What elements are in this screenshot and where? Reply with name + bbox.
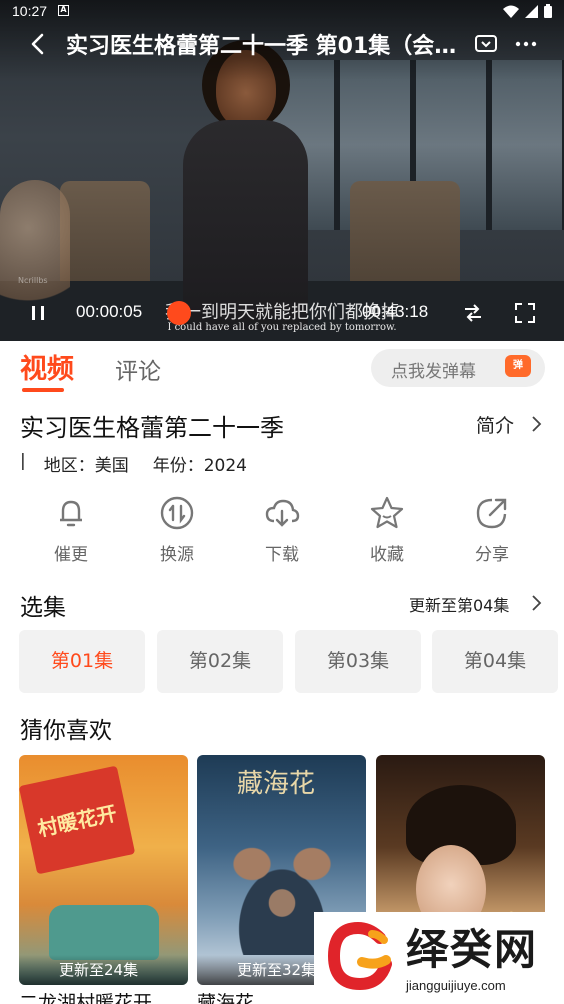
- meta-divider: |: [20, 451, 26, 471]
- cast-icon[interactable]: [474, 32, 498, 56]
- favorite-button[interactable]: 收藏: [347, 494, 427, 565]
- share-button[interactable]: 分享: [452, 494, 532, 565]
- poster-title-art: 藏海花: [237, 769, 316, 799]
- status-bar: 10:27 A: [0, 0, 564, 24]
- chevron-right-icon[interactable]: [528, 594, 544, 612]
- remind-update-button[interactable]: 催更: [31, 494, 111, 565]
- switch-source-icon: [160, 496, 194, 530]
- poster-art: [49, 905, 159, 960]
- poster-art: 村暖花开: [19, 765, 136, 875]
- video-title: 实习医生格蕾第二十一季 第01集（会员）: [66, 34, 458, 59]
- video-player[interactable]: 10:27 A 实习医生格蕾第二十一季 第01集（会员） Ncrillbs 我一…: [0, 0, 564, 341]
- show-year: 年份：2024: [152, 456, 247, 476]
- episodes-title: 选集: [20, 595, 66, 621]
- recommendations-title: 猜你喜欢: [20, 718, 112, 744]
- wifi-icon: [503, 5, 519, 18]
- signal-icon: [525, 4, 538, 18]
- chevron-right-icon[interactable]: [528, 415, 544, 433]
- danmaku-placeholder: 点我发弹幕: [391, 362, 476, 382]
- bell-icon: [60, 500, 82, 527]
- cloud-download-icon: [265, 499, 300, 527]
- more-icon[interactable]: [514, 32, 538, 56]
- poster-title-art: 村暖花开: [35, 800, 119, 842]
- action-label: 换源: [160, 545, 194, 565]
- total-time: 00:43:18: [362, 302, 429, 321]
- site-watermark: 绎癸网 jiangguijiuye.com: [314, 912, 564, 1004]
- show-title: 实习医生格蕾第二十一季: [20, 414, 284, 442]
- action-label: 分享: [475, 545, 509, 565]
- share-icon: [476, 498, 507, 529]
- detail-tabs: 视频 评论 点我发弹幕 弹: [0, 341, 564, 397]
- danmaku-input[interactable]: 点我发弹幕 弹: [371, 349, 545, 387]
- player-controls: 00:00:05 00:43:18: [0, 296, 564, 330]
- tab-comments[interactable]: 评论: [115, 352, 161, 386]
- switch-source-button[interactable]: 换源: [137, 494, 217, 565]
- player-title-row: 实习医生格蕾第二十一季 第01集（会员）: [0, 26, 564, 62]
- tab-video-indicator: [22, 388, 64, 392]
- action-label: 下载: [265, 545, 299, 565]
- back-arrow-icon[interactable]: [24, 30, 52, 58]
- status-time: 10:27: [12, 3, 48, 19]
- episodes-update-link[interactable]: 更新至第04集: [409, 592, 509, 616]
- current-time: 00:00:05: [76, 302, 143, 321]
- episode-chip[interactable]: 第03集: [295, 630, 421, 693]
- episode-chip[interactable]: 第02集: [157, 630, 283, 693]
- tab-video[interactable]: 视频: [20, 347, 74, 386]
- danmaku-toggle-icon[interactable]: 弹: [505, 355, 531, 377]
- episode-list: 第01集 第02集 第03集 第04集: [19, 630, 564, 694]
- battery-icon: [544, 4, 552, 18]
- video-frame-person: [178, 40, 308, 330]
- pause-icon[interactable]: [28, 303, 48, 323]
- episode-chip[interactable]: 第01集: [19, 630, 145, 693]
- site-url: jiangguijiuye.com: [406, 978, 506, 993]
- progress-thumb[interactable]: [167, 301, 191, 325]
- download-button[interactable]: 下载: [242, 494, 322, 565]
- recommendation-name[interactable]: 藏海花: [197, 988, 254, 1004]
- video-corner-watermark: Ncrillbs: [18, 276, 48, 285]
- show-region: 地区：美国: [43, 456, 129, 476]
- site-logo-icon: [327, 921, 392, 991]
- switch-episode-icon[interactable]: [462, 302, 484, 324]
- show-meta: | 地区：美国 年份：2024: [20, 451, 271, 476]
- episode-chip[interactable]: 第04集: [432, 630, 558, 693]
- site-name: 绎癸网: [406, 925, 539, 974]
- update-badge: 更新至24集: [19, 955, 188, 985]
- star-icon: [370, 496, 404, 529]
- intro-link[interactable]: 简介: [476, 411, 514, 438]
- action-row: 催更 换源 下载 收藏 分享: [0, 494, 564, 574]
- fullscreen-icon[interactable]: [514, 302, 536, 324]
- notification-icon: A: [58, 5, 69, 16]
- recommendation-name[interactable]: 二龙湖村暖花开: [19, 988, 152, 1004]
- action-label: 催更: [54, 545, 88, 565]
- recommendation-card[interactable]: 村暖花开 更新至24集: [19, 755, 188, 985]
- action-label: 收藏: [370, 545, 404, 565]
